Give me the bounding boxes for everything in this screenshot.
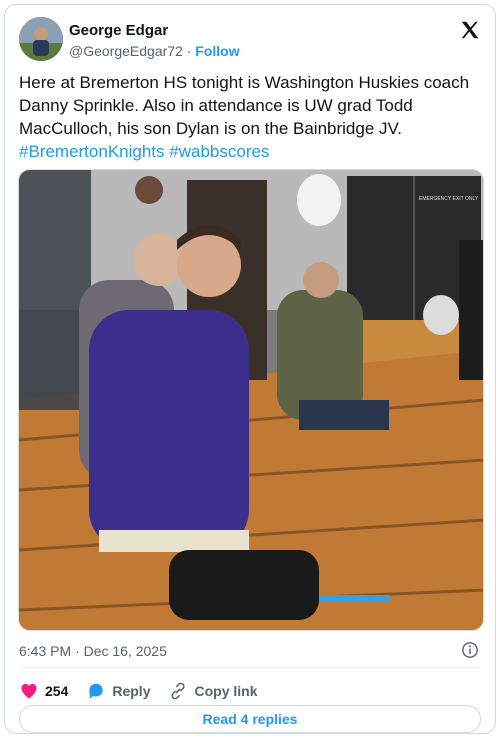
- follow-button[interactable]: Follow: [195, 43, 239, 59]
- avatar[interactable]: [19, 17, 63, 61]
- separator-dot: ·: [186, 43, 192, 59]
- author-name[interactable]: George Edgar: [69, 22, 168, 39]
- link-icon: [171, 682, 186, 700]
- x-logo-icon[interactable]: [459, 19, 481, 41]
- read-replies-button[interactable]: Read 4 replies: [19, 705, 481, 733]
- hashtag-wabbscores[interactable]: #wabbscores: [169, 142, 269, 161]
- hashtag-bremertonknights[interactable]: #BremertonKnights: [19, 142, 165, 161]
- tweet-card: George Edgar @GeorgeEdgar72 · Follow Her…: [4, 4, 496, 734]
- copy-link-label: Copy link: [194, 683, 258, 699]
- reply-button[interactable]: Reply: [86, 681, 150, 701]
- info-icon[interactable]: [461, 641, 479, 659]
- heart-icon: [21, 683, 37, 699]
- exit-sign-text: EMERGENCY EXIT ONLY: [419, 196, 479, 202]
- author-handle[interactable]: @GeorgeEdgar72: [69, 43, 183, 59]
- tweet-text: Here at Bremerton HS tonight is Washingt…: [19, 71, 481, 163]
- divider: [19, 667, 481, 668]
- like-count: 254: [45, 683, 69, 699]
- action-bar: 254 Reply Copy link: [19, 678, 258, 704]
- gym-scene-image: EMERGENCY EXIT ONLY: [19, 170, 483, 630]
- reply-icon: [89, 683, 104, 699]
- tweet-photo[interactable]: EMERGENCY EXIT ONLY: [18, 169, 484, 631]
- author-handle-row: @GeorgeEdgar72 · Follow: [69, 43, 240, 59]
- tweet-timestamp[interactable]: 6:43 PM · Dec 16, 2025: [19, 643, 167, 659]
- like-button[interactable]: 254: [19, 681, 68, 701]
- reply-label: Reply: [112, 683, 151, 699]
- copy-link-button[interactable]: Copy link: [168, 681, 258, 701]
- tweet-body: Here at Bremerton HS tonight is Washingt…: [19, 73, 474, 138]
